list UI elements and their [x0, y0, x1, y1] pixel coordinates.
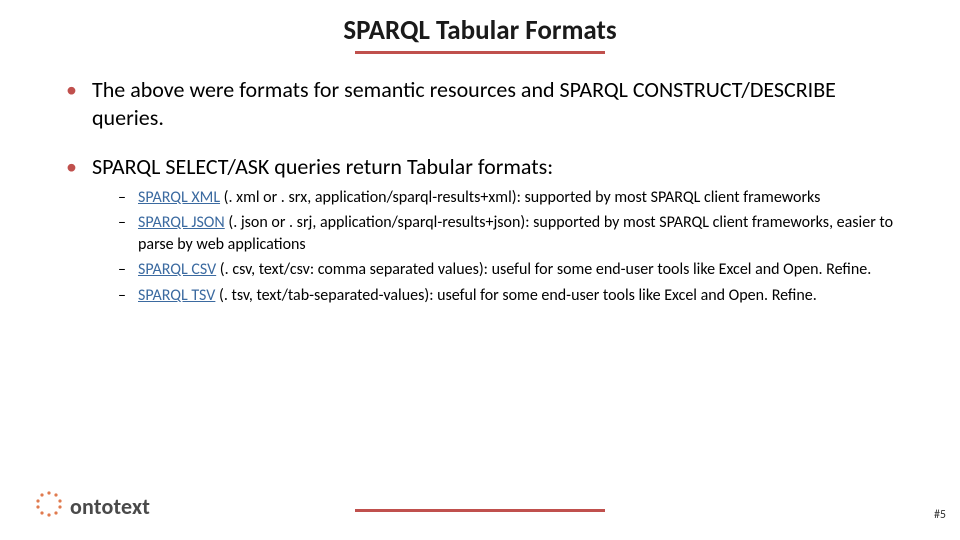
title-underline — [355, 51, 605, 54]
format-link[interactable]: SPARQL JSON — [138, 213, 225, 232]
bullet-list: The above were formats for semantic reso… — [50, 76, 910, 306]
sub-bullet-item: SPARQL XML (. xml or . srx, application/… — [118, 187, 910, 209]
bullet-text: The above were formats for semantic reso… — [92, 76, 836, 131]
bullet-item: The above were formats for semantic reso… — [62, 76, 910, 131]
sub-bullet-list: SPARQL XML (. xml or . srx, application/… — [92, 187, 910, 307]
sub-bullet-text: (. xml or . srx, application/sparql-resu… — [220, 188, 820, 207]
slide: SPARQL Tabular Formats The above were fo… — [0, 0, 960, 540]
sub-bullet-item: SPARQL JSON (. json or . srj, applicatio… — [118, 212, 910, 255]
logo-icon — [34, 489, 64, 524]
title-wrap: SPARQL Tabular Formats — [50, 14, 910, 47]
sub-bullet-text: (. csv, text/csv: comma separated values… — [216, 260, 871, 279]
sub-bullet-item: SPARQL CSV (. csv, text/csv: comma separ… — [118, 259, 910, 281]
footer: ontotext #5 — [0, 484, 960, 524]
bullet-text: SPARQL SELECT/ASK queries return Tabular… — [92, 153, 553, 180]
page-number: #5 — [934, 508, 946, 522]
sub-bullet-text: (. json or . srj, application/sparql-res… — [138, 213, 893, 254]
sub-bullet-item: SPARQL TSV (. tsv, text/tab-separated-va… — [118, 285, 910, 307]
format-link[interactable]: SPARQL CSV — [138, 260, 216, 279]
footer-underline — [355, 509, 605, 512]
format-link[interactable]: SPARQL TSV — [138, 286, 215, 305]
logo-text: ontotext — [70, 493, 150, 520]
slide-title: SPARQL Tabular Formats — [343, 14, 616, 47]
sub-bullet-text: (. tsv, text/tab-separated-values): usef… — [215, 286, 816, 305]
bullet-item: SPARQL SELECT/ASK queries return Tabular… — [62, 153, 910, 306]
format-link[interactable]: SPARQL XML — [138, 188, 220, 207]
logo: ontotext — [34, 489, 150, 524]
